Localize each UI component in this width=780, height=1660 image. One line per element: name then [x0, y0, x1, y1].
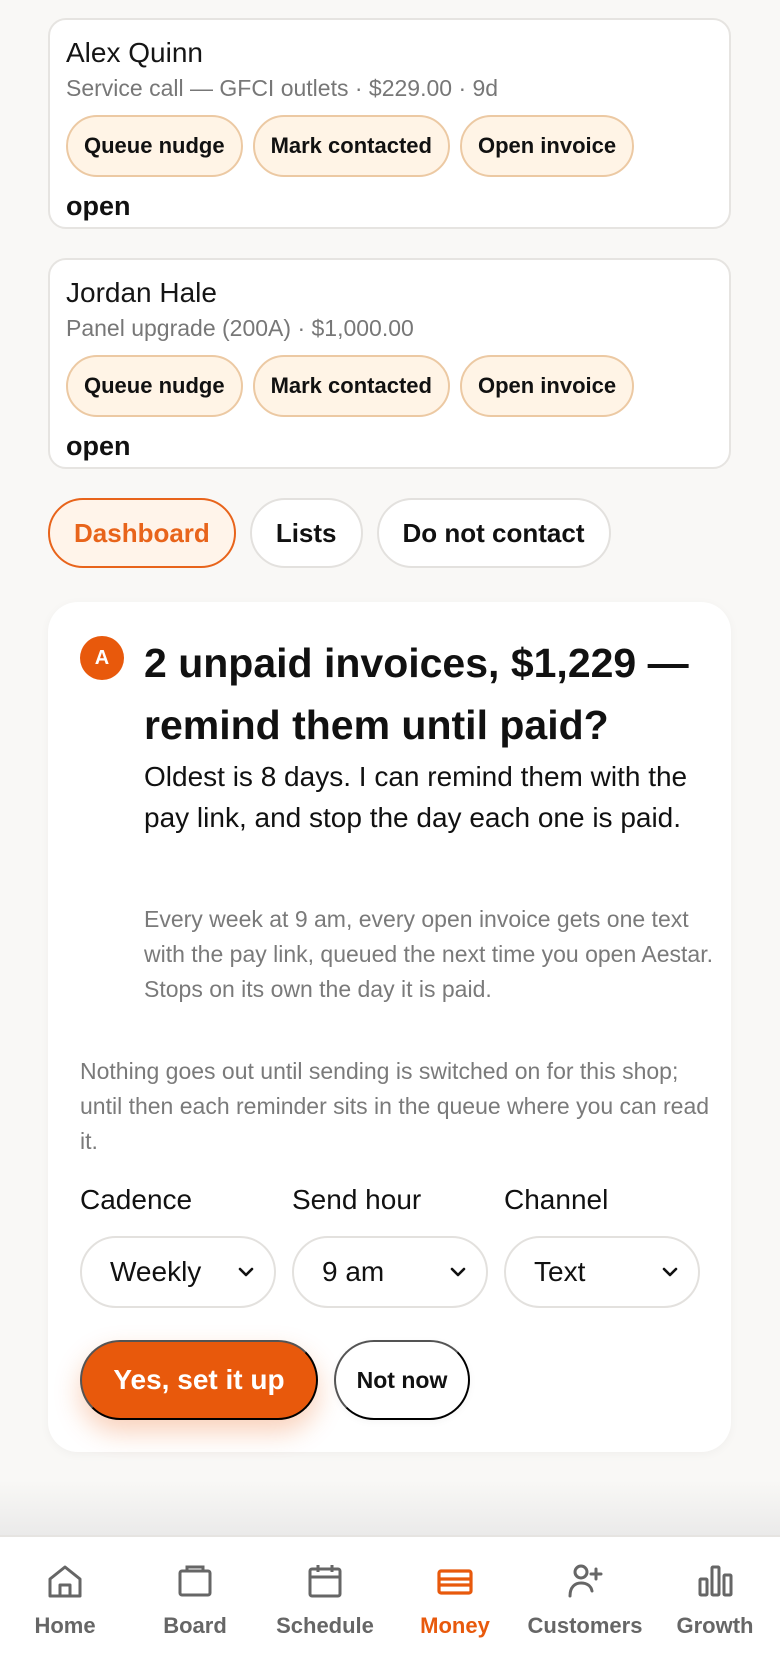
bar-chart-icon	[698, 1565, 733, 1597]
chevron-down-icon	[238, 1267, 254, 1277]
scroll-fade	[0, 1480, 780, 1536]
invoice-customer-name: Jordan Hale	[66, 277, 217, 308]
invoice-detail: Panel upgrade (200A) · $1,000.00	[66, 315, 414, 341]
open-invoice-button[interactable]: Open invoice	[459, 355, 635, 417]
tab-do-not-contact[interactable]: Do not contact	[376, 498, 611, 568]
chevron-down-icon	[450, 1267, 466, 1277]
open-invoice-button[interactable]: Open invoice	[459, 115, 635, 177]
mark-contacted-button[interactable]: Mark contacted	[252, 355, 450, 417]
set-it-up-button[interactable]: Yes, set it up	[80, 1340, 318, 1420]
tab-lists[interactable]: Lists	[249, 498, 363, 568]
send-hour-value: 9 am	[322, 1256, 385, 1287]
suggestion-detail: Every week at 9 am, every open invoice g…	[144, 906, 713, 1002]
queue-nudge-button[interactable]: Queue nudge	[66, 115, 243, 177]
mark-contacted-button[interactable]: Mark contacted	[252, 115, 450, 177]
cadence-select[interactable]: Weekly	[80, 1236, 276, 1308]
assistant-suggestion-card: A 2 unpaid invoices, $1,229 — remind the…	[48, 602, 731, 1452]
nav-label: Money	[420, 1613, 490, 1638]
channel-value: Text	[534, 1256, 586, 1287]
invoice-card: Alex Quinn Service call — GFCI outlets ·…	[48, 18, 731, 229]
nav-growth[interactable]: Growth	[650, 1537, 780, 1660]
invoice-actions: Queue nudge Mark contacted Open invoice	[66, 115, 713, 177]
chevron-down-icon	[662, 1267, 678, 1277]
cadence-label: Cadence	[80, 1184, 193, 1215]
nav-customers[interactable]: Customers	[520, 1537, 650, 1660]
channel-select[interactable]: Text	[504, 1236, 700, 1308]
invoice-status: open	[66, 191, 131, 221]
nav-label: Home	[34, 1613, 96, 1638]
nav-label: Customers	[527, 1613, 643, 1638]
invoice-status: open	[66, 431, 131, 461]
invoice-card: Jordan Hale Panel upgrade (200A) · $1,00…	[48, 258, 731, 469]
channel-label: Channel	[504, 1184, 609, 1215]
nav-money[interactable]: Money	[390, 1537, 520, 1660]
suggestion-headline: 2 unpaid invoices, $1,229 — remind them …	[144, 640, 689, 748]
nav-label: Schedule	[276, 1613, 374, 1638]
assistant-avatar: A	[80, 636, 124, 680]
invoice-detail: Service call — GFCI outlets · $229.00 · …	[66, 75, 499, 101]
nav-home[interactable]: Home	[0, 1537, 130, 1660]
send-hour-select[interactable]: 9 am	[292, 1236, 488, 1308]
nav-board[interactable]: Board	[130, 1537, 260, 1660]
tab-dashboard[interactable]: Dashboard	[48, 498, 236, 568]
home-icon	[48, 1565, 82, 1598]
bottom-nav: Home Board Schedule Money Customers Grow…	[0, 1535, 780, 1660]
suggestion-lead: Oldest is 8 days. I can remind them with…	[144, 761, 688, 833]
sending-note: Nothing goes out until sending is switch…	[80, 1058, 710, 1154]
card-icon	[437, 1569, 473, 1595]
cadence-value: Weekly	[110, 1256, 202, 1287]
invoice-customer-name: Alex Quinn	[66, 37, 203, 68]
board-icon	[178, 1565, 212, 1597]
not-now-button[interactable]: Not now	[334, 1340, 470, 1420]
money-tabs: Dashboard Lists Do not contact	[48, 498, 611, 568]
queue-nudge-button[interactable]: Queue nudge	[66, 355, 243, 417]
nav-schedule[interactable]: Schedule	[260, 1537, 390, 1660]
invoice-actions: Queue nudge Mark contacted Open invoice	[66, 355, 713, 417]
calendar-icon	[308, 1565, 342, 1598]
nav-label: Growth	[676, 1613, 754, 1638]
send-hour-label: Send hour	[292, 1184, 422, 1215]
nav-label: Board	[163, 1613, 227, 1638]
add-person-icon	[568, 1564, 603, 1598]
